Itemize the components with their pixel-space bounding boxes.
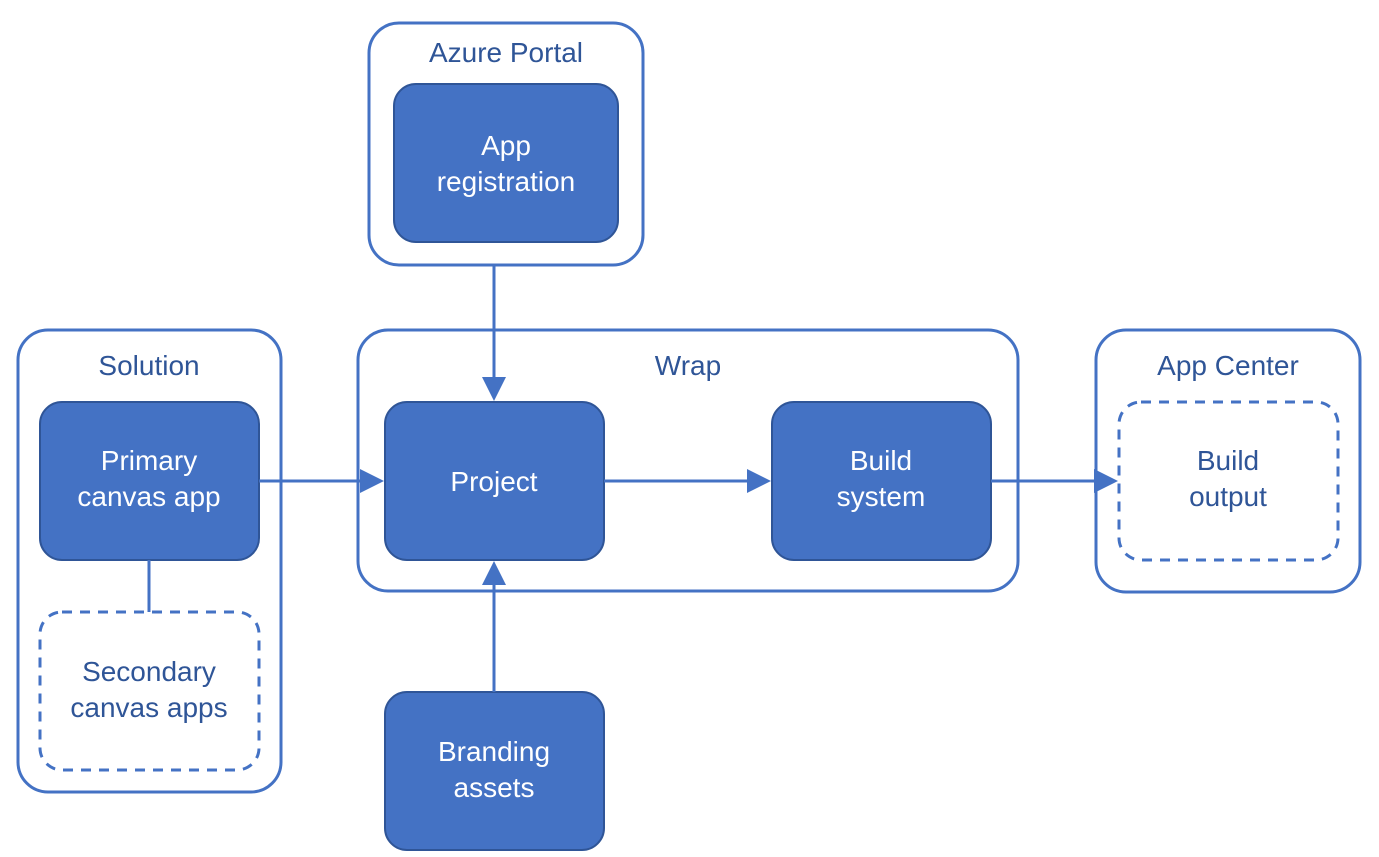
node-branding-line1: Branding [438,736,550,767]
node-branding-line2: assets [454,772,535,803]
group-wrap: Wrap Project Build system [358,330,1018,591]
node-build-output-line1: Build [1197,445,1259,476]
node-primary-line2: canvas app [77,481,220,512]
group-solution-title: Solution [98,350,199,381]
group-azure-portal-title: Azure Portal [429,37,583,68]
group-app-center-title: App Center [1157,350,1299,381]
node-primary-canvas-app: Primary canvas app [40,402,259,560]
node-build-system-line2: system [837,481,926,512]
node-app-registration-line1: App [481,130,531,161]
group-azure-portal: Azure Portal App registration [369,23,643,265]
node-app-registration-line2: registration [437,166,576,197]
node-build-output-line2: output [1189,481,1267,512]
node-branding-assets: Branding assets [385,692,604,850]
node-build-system: Build system [772,402,991,560]
node-build-system-line1: Build [850,445,912,476]
node-app-registration: App registration [394,84,618,242]
node-project-line1: Project [450,466,537,497]
architecture-diagram: Azure Portal App registration Solution P… [0,0,1379,857]
node-project: Project [385,402,604,560]
node-secondary-line1: Secondary [82,656,216,687]
node-build-output: Build output [1119,402,1338,560]
group-app-center: App Center Build output [1096,330,1360,592]
group-wrap-title: Wrap [655,350,721,381]
node-secondary-canvas-apps: Secondary canvas apps [40,612,259,770]
node-secondary-line2: canvas apps [70,692,227,723]
node-primary-line1: Primary [101,445,197,476]
